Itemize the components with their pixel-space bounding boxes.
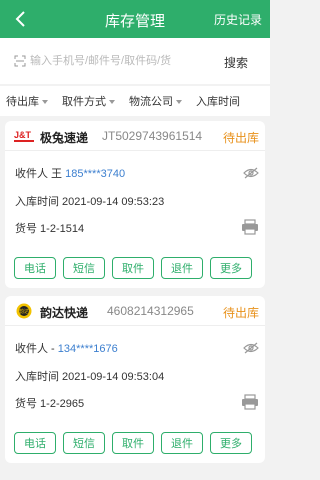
recipient-phone[interactable]: 185****3740	[65, 168, 125, 180]
search-button[interactable]: 搜索	[224, 54, 248, 71]
history-records-link[interactable]: 历史记录	[214, 11, 262, 28]
carrier-name: 韵达快递	[40, 306, 89, 320]
pickup-button[interactable]: 取件	[112, 257, 154, 279]
caret-down-icon	[42, 100, 48, 104]
status-badge: 待出库	[222, 131, 259, 145]
yunda-logo: 韵达	[16, 303, 32, 319]
return-button[interactable]: 退件	[161, 432, 203, 454]
shelf-number: 货号 1-2-1514	[15, 223, 85, 235]
filter-bar: 待出库 取件方式 物流公司 入库时间	[0, 86, 270, 116]
status-badge: 待出库	[222, 306, 259, 320]
pickup-button[interactable]: 取件	[112, 432, 154, 454]
jt-express-logo: J&T	[14, 130, 34, 142]
svg-text:韵达: 韵达	[19, 308, 29, 315]
card-header: 韵达 韵达快递 4608214312965 待出库	[5, 296, 265, 326]
card-actions: 电话 短信 取件 退件 更多	[14, 432, 252, 454]
sms-button[interactable]: 短信	[63, 257, 105, 279]
sms-button[interactable]: 短信	[63, 432, 105, 454]
stock-in-time: 入库时间 2021-09-14 09:53:04	[15, 371, 165, 383]
tracking-number: JT5029743961514	[102, 129, 203, 143]
card-actions: 电话 短信 取件 退件 更多	[14, 257, 252, 279]
filter-stock-in-time[interactable]: 入库时间	[196, 93, 240, 109]
stock-in-time: 入库时间 2021-09-14 09:53:23	[15, 196, 165, 208]
filter-status[interactable]: 待出库	[6, 93, 48, 109]
scan-icon[interactable]	[14, 55, 26, 67]
filter-logistics-company[interactable]: 物流公司	[129, 93, 182, 109]
more-button[interactable]: 更多	[210, 257, 252, 279]
search-bar: 搜索	[0, 38, 270, 84]
printer-icon[interactable]	[241, 394, 259, 410]
parcel-card[interactable]: J&T 极兔速递 JT5029743961514 待出库 收件人 王 185**…	[5, 121, 265, 288]
parcel-card[interactable]: 韵达 韵达快递 4608214312965 待出库 收件人 - 134****1…	[5, 296, 265, 463]
svg-text:J&T: J&T	[14, 130, 32, 140]
card-header: J&T 极兔速递 JT5029743961514 待出库	[5, 121, 265, 151]
caret-down-icon	[176, 100, 182, 104]
eye-icon[interactable]	[243, 167, 259, 179]
shelf-number: 货号 1-2-2965	[15, 398, 85, 410]
more-button[interactable]: 更多	[210, 432, 252, 454]
recipient-row: 收件人 - 134****1676	[15, 343, 118, 355]
top-app-bar: 库存管理 历史记录	[0, 0, 270, 38]
recipient-row: 收件人 王 185****3740	[15, 168, 126, 180]
tracking-number: 4608214312965	[107, 304, 194, 318]
caret-down-icon	[109, 100, 115, 104]
filter-pickup-method[interactable]: 取件方式	[62, 93, 115, 109]
return-button[interactable]: 退件	[161, 257, 203, 279]
call-button[interactable]: 电话	[14, 432, 56, 454]
carrier-name: 极兔速递	[40, 131, 89, 145]
printer-icon[interactable]	[241, 219, 259, 235]
recipient-phone[interactable]: 134****1676	[58, 343, 118, 355]
search-input[interactable]	[30, 52, 190, 70]
eye-icon[interactable]	[243, 342, 259, 354]
call-button[interactable]: 电话	[14, 257, 56, 279]
